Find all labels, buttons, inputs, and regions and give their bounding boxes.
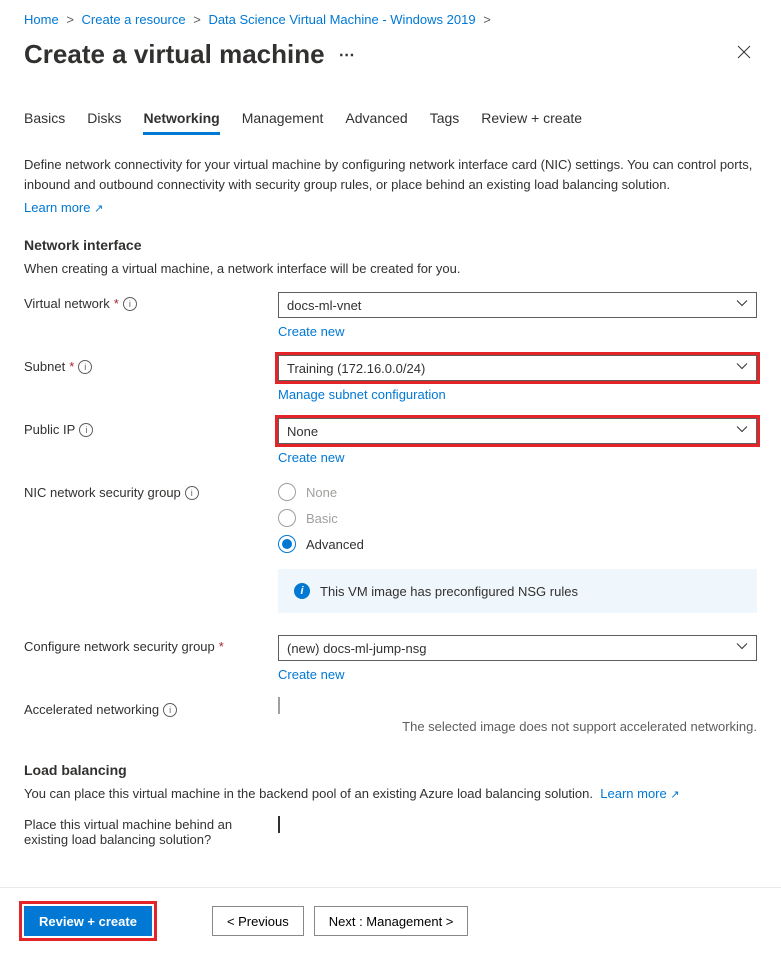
virtual-network-select[interactable]: docs-ml-vnet <box>278 292 757 318</box>
breadcrumb: Home > Create a resource > Data Science … <box>24 12 757 27</box>
next-button[interactable]: Next : Management > <box>314 906 469 936</box>
info-icon[interactable]: i <box>78 360 92 374</box>
nsg-option-basic: Basic <box>278 509 757 527</box>
intro-learn-more-link[interactable]: Learn more ↗ <box>24 200 103 215</box>
close-icon[interactable] <box>731 39 757 70</box>
nic-nsg-radio-group: None Basic Advanced <box>278 481 757 553</box>
breadcrumb-product[interactable]: Data Science Virtual Machine - Windows 2… <box>208 12 475 27</box>
tab-networking[interactable]: Networking <box>143 110 219 135</box>
tab-tags[interactable]: Tags <box>430 110 460 135</box>
nsg-option-advanced[interactable]: Advanced <box>278 535 757 553</box>
accelerated-networking-label: Accelerated networking i <box>24 698 278 717</box>
load-balancing-sub: You can place this virtual machine in th… <box>24 786 757 801</box>
public-ip-label: Public IP i <box>24 418 278 437</box>
pip-create-new-link[interactable]: Create new <box>278 448 344 465</box>
external-link-icon: ↗ <box>670 789 679 801</box>
lb-place-checkbox[interactable] <box>278 816 280 833</box>
load-balancing-heading: Load balancing <box>24 762 757 778</box>
lb-place-label: Place this virtual machine behind an exi… <box>24 817 278 847</box>
manage-subnet-link[interactable]: Manage subnet configuration <box>278 385 446 402</box>
info-icon[interactable]: i <box>79 423 93 437</box>
nsg-info-banner: i This VM image has preconfigured NSG ru… <box>278 569 757 613</box>
subnet-label: Subnet* i <box>24 355 278 374</box>
tab-review[interactable]: Review + create <box>481 110 582 135</box>
chevron-down-icon <box>736 298 748 313</box>
nsg-option-none: None <box>278 483 757 501</box>
intro-text: Define network connectivity for your vir… <box>24 155 757 194</box>
external-link-icon: ↗ <box>94 203 103 215</box>
public-ip-select[interactable]: None <box>278 418 757 444</box>
tabs: Basics Disks Networking Management Advan… <box>24 110 757 135</box>
nic-nsg-label: NIC network security group i <box>24 481 278 500</box>
subnet-select[interactable]: Training (172.16.0.0/24) <box>278 355 757 381</box>
info-icon[interactable]: i <box>123 297 137 311</box>
footer: Review + create < Previous Next : Manage… <box>0 887 781 954</box>
vnet-create-new-link[interactable]: Create new <box>278 322 344 339</box>
network-interface-sub: When creating a virtual machine, a netwo… <box>24 261 757 276</box>
more-icon[interactable]: ⋯ <box>339 45 357 65</box>
cfg-nsg-create-new-link[interactable]: Create new <box>278 665 344 682</box>
configure-nsg-select[interactable]: (new) docs-ml-jump-nsg <box>278 635 757 661</box>
info-icon[interactable]: i <box>163 703 177 717</box>
chevron-down-icon <box>736 424 748 439</box>
chevron-down-icon <box>736 361 748 376</box>
info-filled-icon: i <box>294 583 310 599</box>
accelerated-networking-helper: The selected image does not support acce… <box>278 719 757 734</box>
configure-nsg-label: Configure network security group* <box>24 635 278 654</box>
accelerated-networking-checkbox <box>278 697 280 714</box>
tab-advanced[interactable]: Advanced <box>345 110 407 135</box>
breadcrumb-create-resource[interactable]: Create a resource <box>82 12 186 27</box>
tab-disks[interactable]: Disks <box>87 110 121 135</box>
review-create-button[interactable]: Review + create <box>24 906 152 936</box>
tab-management[interactable]: Management <box>242 110 324 135</box>
breadcrumb-home[interactable]: Home <box>24 12 59 27</box>
network-interface-heading: Network interface <box>24 237 757 253</box>
info-icon[interactable]: i <box>185 486 199 500</box>
virtual-network-label: Virtual network* i <box>24 292 278 311</box>
lb-learn-more-link[interactable]: Learn more ↗ <box>600 786 679 801</box>
chevron-down-icon <box>736 641 748 656</box>
tab-basics[interactable]: Basics <box>24 110 65 135</box>
page-title: Create a virtual machine ⋯ <box>24 39 357 70</box>
previous-button[interactable]: < Previous <box>212 906 304 936</box>
